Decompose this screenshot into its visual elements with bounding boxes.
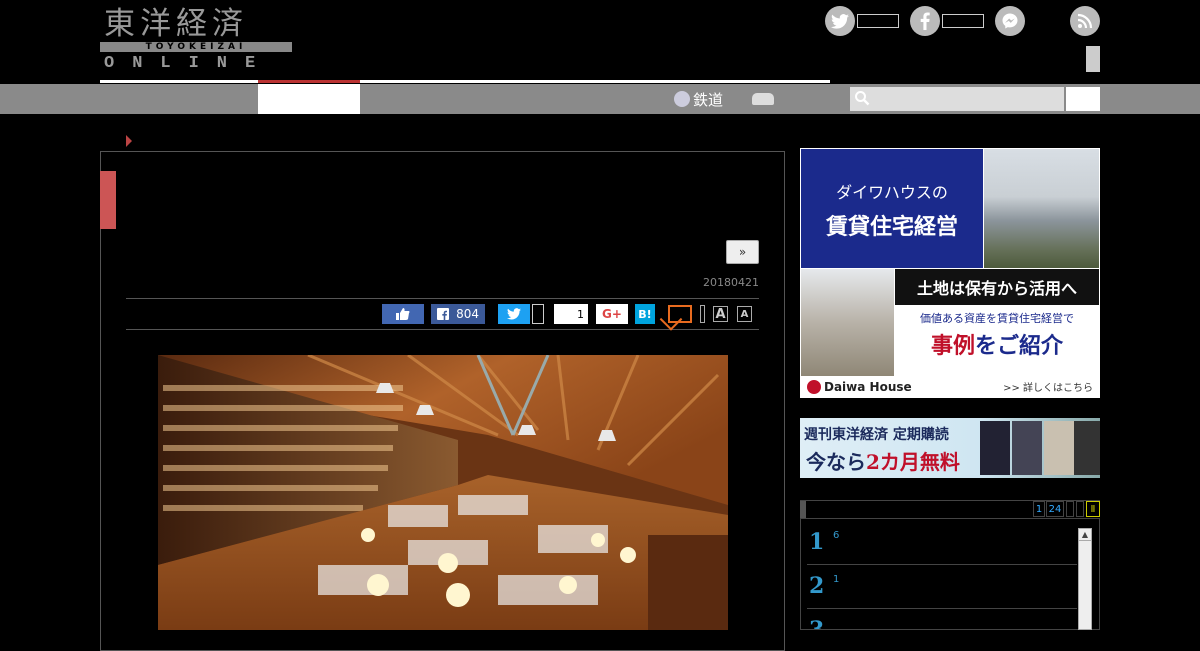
ranking-tab-month[interactable] xyxy=(1076,501,1084,517)
car-icon xyxy=(752,93,774,105)
google-plus-button[interactable]: G+ xyxy=(596,304,628,324)
facebook-follow[interactable] xyxy=(910,6,984,36)
ad-footer: Daiwa House >> 詳しくはこちら xyxy=(801,376,1099,397)
ad-blue-panel: ダイワハウスの 賃貸住宅経営 xyxy=(801,149,983,268)
rank-text: 6 xyxy=(833,530,840,541)
ad-building-image xyxy=(984,149,1099,268)
search-input[interactable] xyxy=(850,87,1064,111)
logo-latin: TOYOKEIZAI xyxy=(145,42,247,52)
scroll-up-icon[interactable]: ▲ xyxy=(1079,529,1091,541)
messenger-icon xyxy=(995,6,1025,36)
ad-more-link[interactable]: >> 詳しくはこちら xyxy=(1003,379,1093,394)
train-icon xyxy=(674,91,690,107)
site-logo[interactable]: 東洋経済 TOYOKEIZAI ONLINE xyxy=(100,6,292,73)
next-page-button[interactable]: » xyxy=(726,240,759,264)
list-item[interactable]: 1 6 xyxy=(807,525,1077,565)
twitter-icon xyxy=(825,6,855,36)
thumbs-up-icon xyxy=(396,308,410,320)
header-small-box[interactable] xyxy=(1086,46,1100,72)
facebook-count xyxy=(942,14,984,28)
ranking-tab-extra[interactable]: Ⅱ xyxy=(1086,501,1100,517)
nav-item-railway-label: 鉄道 xyxy=(693,90,724,109)
twitter-share-button[interactable] xyxy=(498,304,530,324)
twitter-icon xyxy=(507,308,521,320)
ad-big-red: 事例 xyxy=(930,333,975,359)
ad-line2: 賃貸住宅経営 xyxy=(825,214,958,240)
daiwa-logo-icon xyxy=(807,379,821,394)
rank-number: 3 xyxy=(809,617,825,630)
nav-item-railway[interactable]: 鉄道 xyxy=(674,84,723,114)
sub-ad-line1: 週刊東洋経済 定期購読 xyxy=(804,427,949,443)
daiwa-brand: Daiwa House xyxy=(824,379,912,394)
subscription-ad[interactable]: 週刊東洋経済 定期購読 今なら2カ月無料 xyxy=(800,418,1100,478)
list-item[interactable]: 2 1 xyxy=(807,569,1077,609)
nav-top-line xyxy=(100,80,830,83)
nav-tab-active[interactable] xyxy=(258,84,360,114)
mail-icon[interactable] xyxy=(668,305,692,323)
ranking-header-marker xyxy=(800,501,806,519)
magazine-cover-image xyxy=(1074,421,1100,475)
divider xyxy=(126,329,759,330)
ranking-tab-week[interactable] xyxy=(1066,501,1074,517)
facebook-icon xyxy=(437,308,449,320)
ad-line1: ダイワハウスの xyxy=(836,183,948,202)
logo-bar: TOYOKEIZAI xyxy=(100,42,292,52)
search-icon xyxy=(854,90,870,106)
font-size-small-button[interactable]: A xyxy=(737,306,752,322)
ad-building-image xyxy=(801,269,894,376)
facebook-share-button[interactable]: 804 xyxy=(431,304,485,324)
pocket-count[interactable]: 1 xyxy=(554,304,588,324)
rank-text: 1 xyxy=(833,574,840,585)
ranking-scrollbar[interactable]: ▲ xyxy=(1078,528,1092,630)
search-button[interactable] xyxy=(1066,87,1100,111)
rss-link[interactable] xyxy=(1070,6,1100,36)
category-tag xyxy=(100,171,116,229)
font-size-large-button[interactable]: A xyxy=(713,306,728,322)
twitter-follow[interactable] xyxy=(825,6,899,36)
ad-subtext: 価値ある資産を賃貸住宅経営で xyxy=(920,312,1074,325)
sub-ad-line2a: 今なら xyxy=(806,450,866,474)
ranking-tab-24h[interactable]: 24 xyxy=(1046,501,1064,517)
rank-number: 2 xyxy=(809,573,825,599)
rss-icon xyxy=(1070,6,1100,36)
breadcrumb-arrow-icon xyxy=(126,135,132,147)
print-icon[interactable] xyxy=(700,305,705,323)
article-photo xyxy=(158,355,728,630)
ad-big-rest: をご紹介 xyxy=(975,333,1064,359)
magazine-cover-image xyxy=(980,421,1010,475)
list-item[interactable]: 3 xyxy=(807,613,1077,630)
facebook-share-count: 804 xyxy=(456,307,479,321)
magazine-cover-image xyxy=(1012,421,1042,475)
logo-online: ONLINE xyxy=(104,54,274,73)
ad-big-text: 事例をご紹介 xyxy=(895,328,1099,360)
magazine-cover-image xyxy=(1044,421,1074,475)
facebook-like-button[interactable] xyxy=(382,304,424,324)
daiwa-house-ad[interactable]: ダイワハウスの 賃貸住宅経営 土地は保有から活用へ 価値ある資産を賃貸住宅経営で… xyxy=(800,148,1100,398)
sub-ad-line2: 今なら2カ月無料 xyxy=(806,446,960,475)
twitter-count xyxy=(857,14,899,28)
sub-ad-line2b: 2カ月無料 xyxy=(866,450,960,474)
article-date: 20180421 xyxy=(703,276,759,289)
divider xyxy=(126,298,759,299)
hatena-bookmark-button[interactable]: B! xyxy=(635,304,655,324)
rank-number: 1 xyxy=(809,529,825,555)
nav-item-car[interactable] xyxy=(752,84,774,114)
logo-kanji: 東洋経済 xyxy=(104,6,248,42)
ad-headline: 土地は保有から活用へ xyxy=(895,269,1099,305)
nav-active-indicator xyxy=(258,80,360,83)
twitter-share-count xyxy=(532,304,544,324)
ranking-tab-1h[interactable]: 1 xyxy=(1033,501,1045,517)
daiwa-logo: Daiwa House xyxy=(807,379,912,394)
messenger-link[interactable] xyxy=(995,6,1025,36)
facebook-icon xyxy=(910,6,940,36)
ranking-list: 1 6 2 1 3 xyxy=(800,518,1100,630)
